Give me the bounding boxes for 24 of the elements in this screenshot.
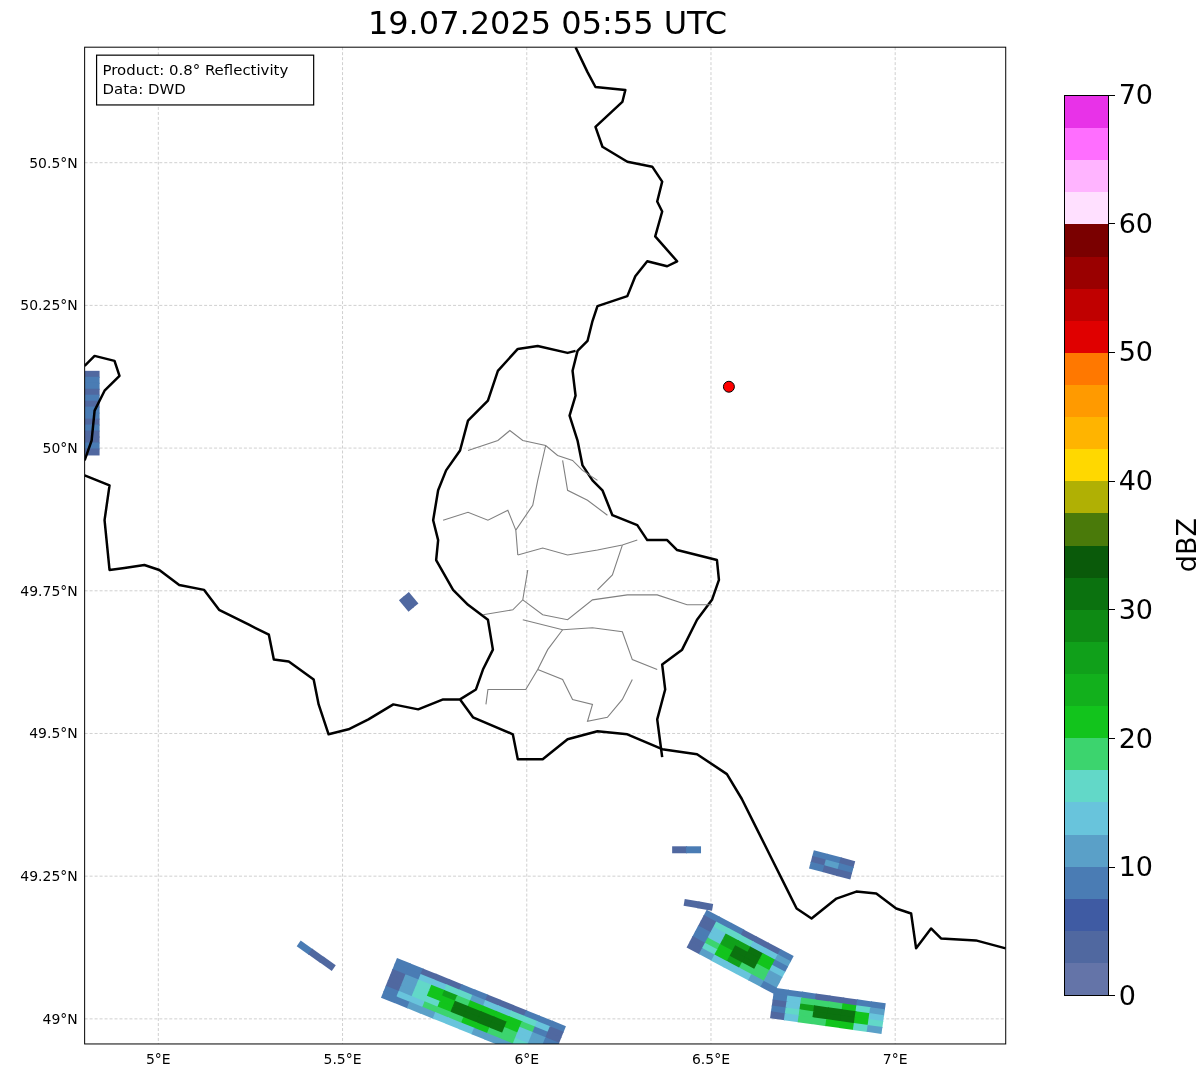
colorbar-tick-label: 30 [1118, 592, 1153, 627]
latitude-label: 49.5°N [29, 725, 78, 742]
latitude-label: 50°N [42, 440, 78, 457]
longitude-label: 7°E [882, 1050, 908, 1067]
info-text: Data: DWD [102, 80, 186, 98]
colorbar-tick-label: 50 [1118, 335, 1153, 370]
plot-title: 19.07.2025 05:55 UTC [367, 2, 728, 43]
longitude-label: 6°E [514, 1050, 540, 1067]
longitude-label: 6.5°E [692, 1050, 730, 1067]
info-text: Product: 0.8° Reflectivity [102, 61, 289, 80]
latitude-label: 49°N [42, 1010, 78, 1027]
latitude-label: 49.25°N [20, 868, 78, 885]
latitude-label: 50.25°N [20, 297, 78, 314]
colorbar-tick-label: 40 [1118, 464, 1153, 499]
colorbar-tick-label: 10 [1118, 850, 1153, 885]
longitude-label: 5°E [146, 1050, 171, 1067]
colorbar-tick-label: 70 [1118, 78, 1153, 112]
longitude-label: 5.5°E [323, 1050, 362, 1067]
colorbar-tick-label: 60 [1118, 206, 1153, 241]
latitude-label: 49.75°N [20, 582, 78, 599]
colorbar-tick-label: 20 [1118, 721, 1153, 756]
latitude-label: 50.5°N [29, 154, 78, 171]
colorbar-label: dBZ [1171, 517, 1202, 573]
colorbar-tick-label: 0 [1118, 978, 1136, 1013]
